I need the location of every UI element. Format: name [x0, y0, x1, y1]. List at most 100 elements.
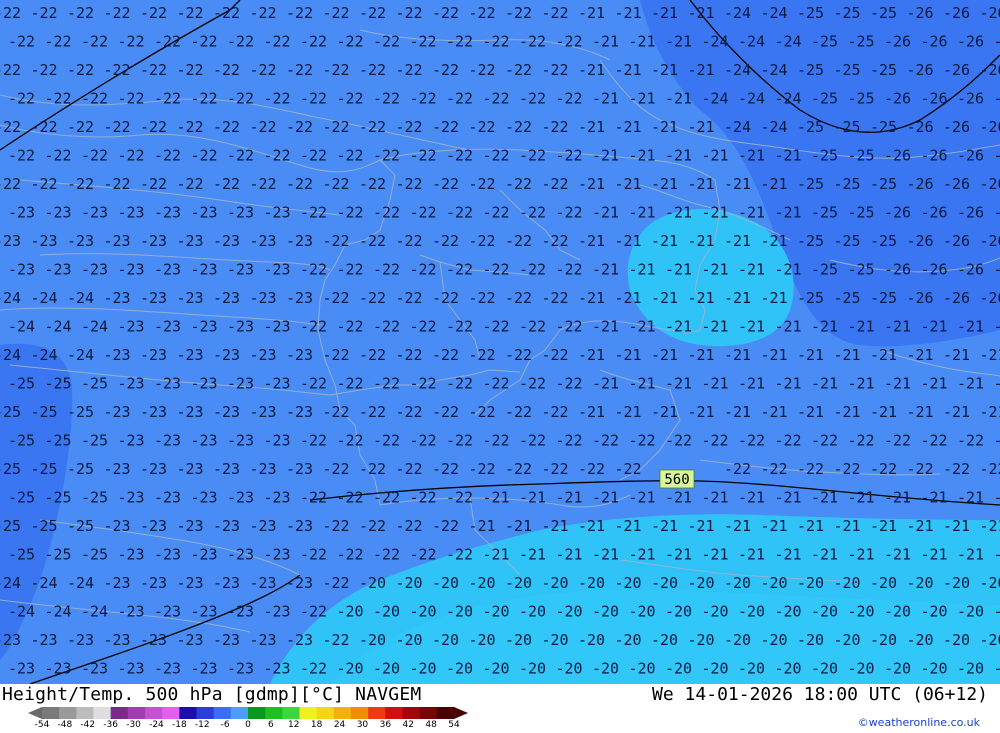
value-label: -25 [797, 232, 824, 250]
value-label: -22 [505, 460, 532, 478]
credit-link[interactable]: ©weatheronline.co.uk [858, 716, 980, 729]
legend-swatch [419, 707, 438, 719]
value-label: -23 [177, 631, 204, 649]
legend-tick: 36 [379, 720, 392, 730]
value-label: -23 [81, 261, 108, 279]
value-label: -23 [213, 574, 240, 592]
value-label: -22 [140, 61, 167, 79]
value-label: -20 [761, 631, 788, 649]
value-label: -21 [615, 289, 642, 307]
value-label: -22 [775, 432, 802, 450]
value-label: -21 [629, 33, 656, 51]
legend-tick: -48 [57, 720, 73, 730]
value-label: -26 [943, 289, 970, 307]
value-label: -22 [542, 403, 569, 421]
legend-tick: -12 [194, 720, 210, 730]
value-label: -23 [191, 489, 218, 507]
value-label: -22 [432, 289, 459, 307]
value-label: -24 [31, 574, 58, 592]
value-label: -23 [118, 204, 145, 222]
value-label: -26 [980, 232, 1000, 250]
value-label: -23 [118, 375, 145, 393]
value-label: -21 [592, 546, 619, 564]
value-label: -21 [592, 147, 619, 165]
value-label: -20 [980, 631, 1000, 649]
value-label: -22 [0, 4, 21, 22]
value-label: -24 [702, 90, 729, 108]
value-label: -22 [373, 33, 400, 51]
value-label: -22 [505, 346, 532, 364]
value-label: -21 [921, 318, 948, 336]
value-label: -22 [396, 517, 423, 535]
value-label: -22 [264, 147, 291, 165]
value-label: -22 [519, 90, 546, 108]
value-label: -24 [702, 33, 729, 51]
value-label: -25 [8, 489, 35, 507]
value-label: -23 [191, 432, 218, 450]
value-label: -20 [483, 660, 510, 678]
value-label: -21 [994, 375, 1000, 393]
value-label: -20 [337, 603, 364, 621]
isoline-label-text: 560 [664, 472, 689, 488]
value-label: -20 [943, 574, 970, 592]
value-label: -22 [469, 232, 496, 250]
value-label: -22 [191, 147, 218, 165]
value-label: -20 [834, 574, 861, 592]
value-label: -23 [140, 289, 167, 307]
value-label: -25 [811, 261, 838, 279]
value-label: -21 [761, 175, 788, 193]
value-label: -21 [651, 118, 678, 136]
value-label: -23 [140, 631, 167, 649]
value-label: -22 [300, 318, 327, 336]
value-label: -20 [848, 603, 875, 621]
value-label: -21 [651, 175, 678, 193]
value-label: -23 [104, 631, 131, 649]
value-label: -22 [469, 175, 496, 193]
value-label: -23 [177, 574, 204, 592]
value-label: -23 [0, 631, 21, 649]
value-label: -21 [651, 61, 678, 79]
value-label: -24 [0, 289, 21, 307]
value-label: -21 [688, 517, 715, 535]
value-label: -26 [994, 204, 1000, 222]
value-label: -26 [943, 118, 970, 136]
value-label: -21 [870, 403, 897, 421]
legend-tick: -54 [34, 720, 50, 730]
value-label: -23 [264, 375, 291, 393]
value-label: -25 [0, 403, 21, 421]
value-label: -25 [0, 460, 21, 478]
value-label: -22 [359, 517, 386, 535]
value-label: -26 [980, 118, 1000, 136]
value-label: -26 [921, 33, 948, 51]
forecast-datetime: We 14-01-2026 18:00 UTC (06+12) [652, 684, 988, 705]
value-label: -21 [651, 232, 678, 250]
value-label: -23 [177, 460, 204, 478]
value-label: -23 [286, 232, 313, 250]
value-label: -24 [775, 90, 802, 108]
value-label: -22 [81, 33, 108, 51]
value-label: -20 [592, 660, 619, 678]
value-label: -22 [396, 175, 423, 193]
value-label: -21 [775, 261, 802, 279]
value-label: -21 [651, 517, 678, 535]
value-label: -21 [688, 232, 715, 250]
value-label: -20 [651, 631, 678, 649]
value-label: -22 [373, 204, 400, 222]
value-label: -20 [761, 574, 788, 592]
value-label: -23 [191, 375, 218, 393]
value-label: -21 [578, 232, 605, 250]
value-label: -24 [761, 61, 788, 79]
value-label: -21 [665, 546, 692, 564]
value-label: -23 [191, 546, 218, 564]
value-label: -21 [775, 546, 802, 564]
value-label: -22 [519, 375, 546, 393]
value-label: -20 [432, 574, 459, 592]
value-label: -21 [665, 147, 692, 165]
legend-tick-labels: -54 -48 -42 -36 -30 -24 -18 -12 -6 0 6 12 18 24 30 36 42… [28, 720, 468, 732]
value-label: -22 [432, 4, 459, 22]
value-label: -23 [104, 289, 131, 307]
value-label: -23 [213, 346, 240, 364]
value-label: -21 [702, 147, 729, 165]
value-label: -21 [957, 546, 984, 564]
value-label: -21 [665, 204, 692, 222]
